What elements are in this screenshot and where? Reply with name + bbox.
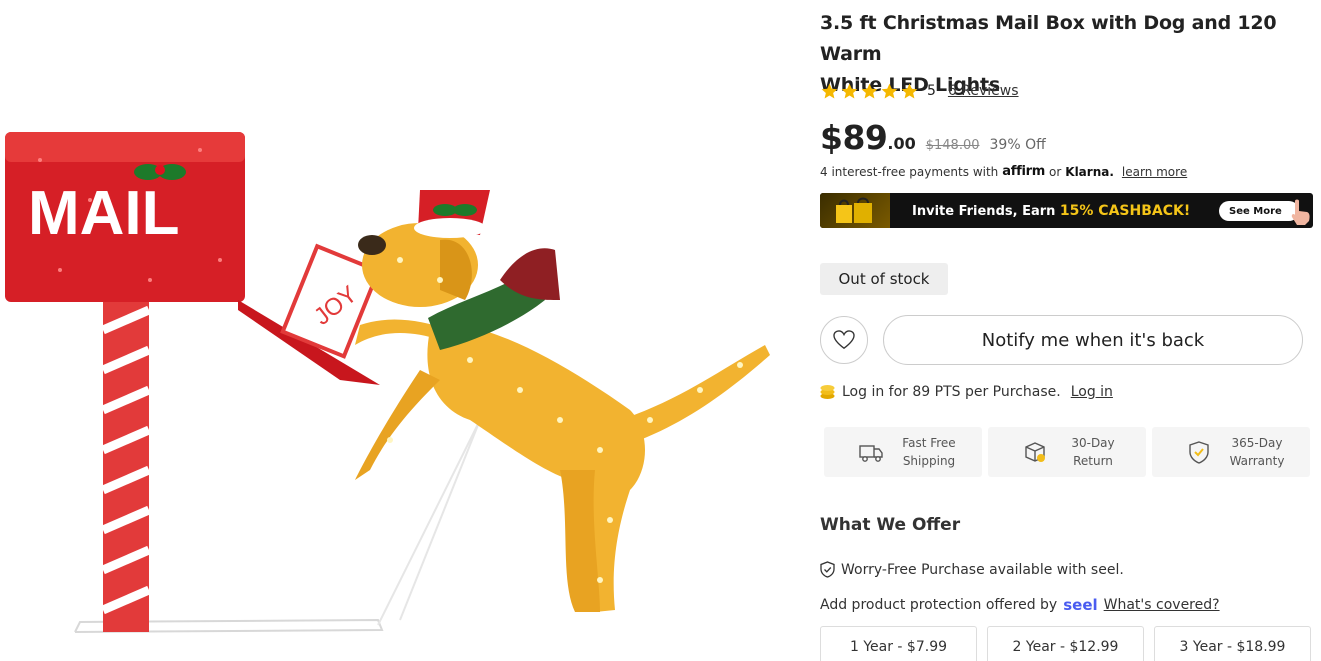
truck-icon <box>859 445 883 462</box>
cashback-banner[interactable]: Invite Friends, Earn 15% CASHBACK! See M… <box>820 193 1313 228</box>
what-we-offer-heading: What We Offer <box>820 515 961 535</box>
star-icon <box>841 83 858 99</box>
mail-text: MAIL <box>28 179 180 248</box>
feature-free-shipping: Fast Free Shipping <box>824 427 982 477</box>
star-icon <box>861 83 878 99</box>
feature-line1: Fast Free <box>902 436 956 450</box>
feature-line2: Return <box>1073 454 1113 468</box>
rating-stars <box>820 82 919 101</box>
seel-logo: seel <box>1063 596 1098 614</box>
plan-option-3-year[interactable]: 3 Year - $18.99 <box>1154 626 1311 661</box>
learn-more-link[interactable]: learn more <box>1122 165 1187 179</box>
product-image: MAIL JOY <box>0 0 790 661</box>
pointing-hand-icon <box>1291 199 1310 225</box>
product-info-panel: 3.5 ft Christmas Mail Box with Dog and 1… <box>820 0 1315 661</box>
see-more-button[interactable]: See More <box>1219 201 1299 221</box>
feature-line1: 30-Day <box>1071 436 1115 450</box>
shield-check-icon <box>1189 441 1209 464</box>
feature-list: Fast Free Shipping 30-Day Return 365-Day Wa… <box>824 427 1310 477</box>
original-price: $148.00 <box>925 138 980 153</box>
cashback-text: Invite Friends, Earn 15% CASHBACK! <box>912 202 1191 219</box>
product-photo: MAIL JOY <box>5 132 770 633</box>
box-return-icon <box>1025 442 1045 462</box>
notify-me-button[interactable]: Notify me when it's back <box>883 315 1303 365</box>
product-title-line1: 3.5 ft Christmas Mail Box with Dog and 1… <box>820 12 1277 65</box>
financing-text: 4 interest-free payments with <box>820 164 999 179</box>
login-link[interactable]: Log in <box>1071 384 1113 400</box>
financing-connector: or <box>1048 164 1062 179</box>
discount-label: 39% Off <box>989 137 1046 153</box>
current-price-cents: .00 <box>887 134 916 153</box>
whats-covered-link[interactable]: What's covered? <box>1104 597 1220 613</box>
points-row: Log in for 89 PTS per Purchase. Log in <box>820 384 1113 400</box>
affirm-logo: affirm <box>1002 164 1045 179</box>
protection-text: Add product protection offered by <box>820 597 1058 613</box>
klarna-logo: Klarna. <box>1065 164 1114 179</box>
protection-plans: 1 Year - $7.99 2 Year - $12.99 3 Year - … <box>820 626 1311 661</box>
feature-warranty: 365-Day Warranty <box>1152 427 1310 477</box>
heart-icon <box>833 330 855 350</box>
stock-status-badge: Out of stock <box>820 263 948 295</box>
cashback-highlight: 15% CASHBACK! <box>1059 202 1191 219</box>
star-icon <box>821 83 838 99</box>
rating-value: 5 <box>927 83 936 99</box>
rating-row: 5 6 Reviews <box>820 80 1019 102</box>
reviews-link[interactable]: 6 Reviews <box>948 83 1019 99</box>
feature-return: 30-Day Return <box>988 427 1146 477</box>
shopping-bags-icon <box>820 193 890 228</box>
plan-option-2-year[interactable]: 2 Year - $12.99 <box>987 626 1144 661</box>
coins-icon <box>820 385 835 399</box>
feature-line2: Shipping <box>902 454 956 468</box>
financing-row: 4 interest-free payments with affirm or … <box>820 164 1187 179</box>
plan-option-1-year[interactable]: 1 Year - $7.99 <box>820 626 977 661</box>
worry-free-text: Worry-Free Purchase available with seel. <box>841 561 1124 578</box>
star-icon <box>881 83 898 99</box>
feature-line1: 365-Day <box>1231 436 1283 450</box>
current-price: $89 <box>820 118 888 157</box>
price-row: $89 .00 $148.00 39% Off <box>820 118 1046 157</box>
points-text: Log in for 89 PTS per Purchase. <box>842 384 1061 400</box>
protection-row: Add product protection offered by seel W… <box>820 596 1220 614</box>
feature-line2: Warranty <box>1229 454 1285 468</box>
shield-check-icon <box>820 561 835 578</box>
wishlist-button[interactable] <box>820 316 868 364</box>
worry-free-row: Worry-Free Purchase available with seel. <box>820 561 1124 578</box>
star-icon <box>901 83 918 99</box>
